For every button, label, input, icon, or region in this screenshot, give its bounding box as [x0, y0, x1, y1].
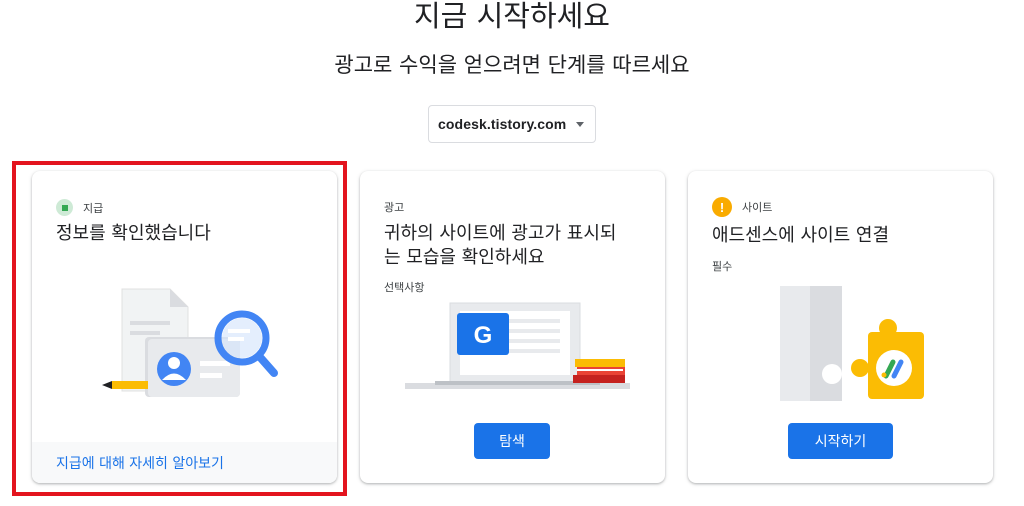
payments-status-label: 지급 — [83, 201, 104, 215]
payment-info-illustration — [102, 288, 278, 397]
ads-status: 광고 — [384, 199, 404, 215]
check-status-icon — [56, 199, 73, 216]
site-card: ! 사이트 애드센스에 사이트 연결 필수 시작하기 — [688, 171, 993, 483]
site-status: ! 사이트 — [712, 197, 772, 217]
site-status-label: 사이트 — [742, 201, 773, 214]
site-selector-dropdown[interactable]: codesk.tistory.com — [428, 105, 596, 143]
site-card-required-label: 필수 — [712, 260, 733, 273]
connect-site-puzzle-illustration — [780, 286, 924, 401]
get-started-button[interactable]: 시작하기 — [788, 423, 893, 459]
payments-card: 지급 정보를 확인했습니다 지급에 대해 자세히 알아보기 — [32, 171, 337, 483]
page-title: 지금 시작하세요 — [414, 0, 610, 33]
ads-preview-illustration: G — [405, 302, 630, 389]
payments-status: 지급 — [56, 199, 103, 216]
site-card-title: 애드센스에 사이트 연결 — [712, 225, 890, 246]
payments-card-footer: 지급에 대해 자세히 알아보기 — [32, 442, 337, 483]
site-selector-value: codesk.tistory.com — [438, 116, 567, 132]
ads-card-title: 귀하의 사이트에 광고가 표시되 는 모습을 확인하세요 — [384, 222, 616, 270]
chevron-down-icon — [576, 122, 584, 127]
ads-card: 광고 귀하의 사이트에 광고가 표시되 는 모습을 확인하세요 선택사항 G 탐… — [360, 171, 665, 483]
payments-card-title: 정보를 확인했습니다 — [56, 223, 211, 244]
svg-text:G: G — [474, 322, 493, 349]
ads-card-title-line2: 는 모습을 확인하세요 — [384, 247, 545, 268]
explore-button[interactable]: 탐색 — [474, 423, 550, 459]
ads-card-optional-label: 선택사항 — [384, 281, 425, 294]
ads-card-title-line1: 귀하의 사이트에 광고가 표시되 — [384, 223, 617, 244]
warning-icon: ! — [712, 197, 732, 217]
page-subtitle: 광고로 수익을 얻으려면 단계를 따르세요 — [334, 53, 690, 77]
ads-status-label: 광고 — [384, 201, 405, 214]
learn-more-payments-link[interactable]: 지급에 대해 자세히 알아보기 — [56, 453, 224, 473]
